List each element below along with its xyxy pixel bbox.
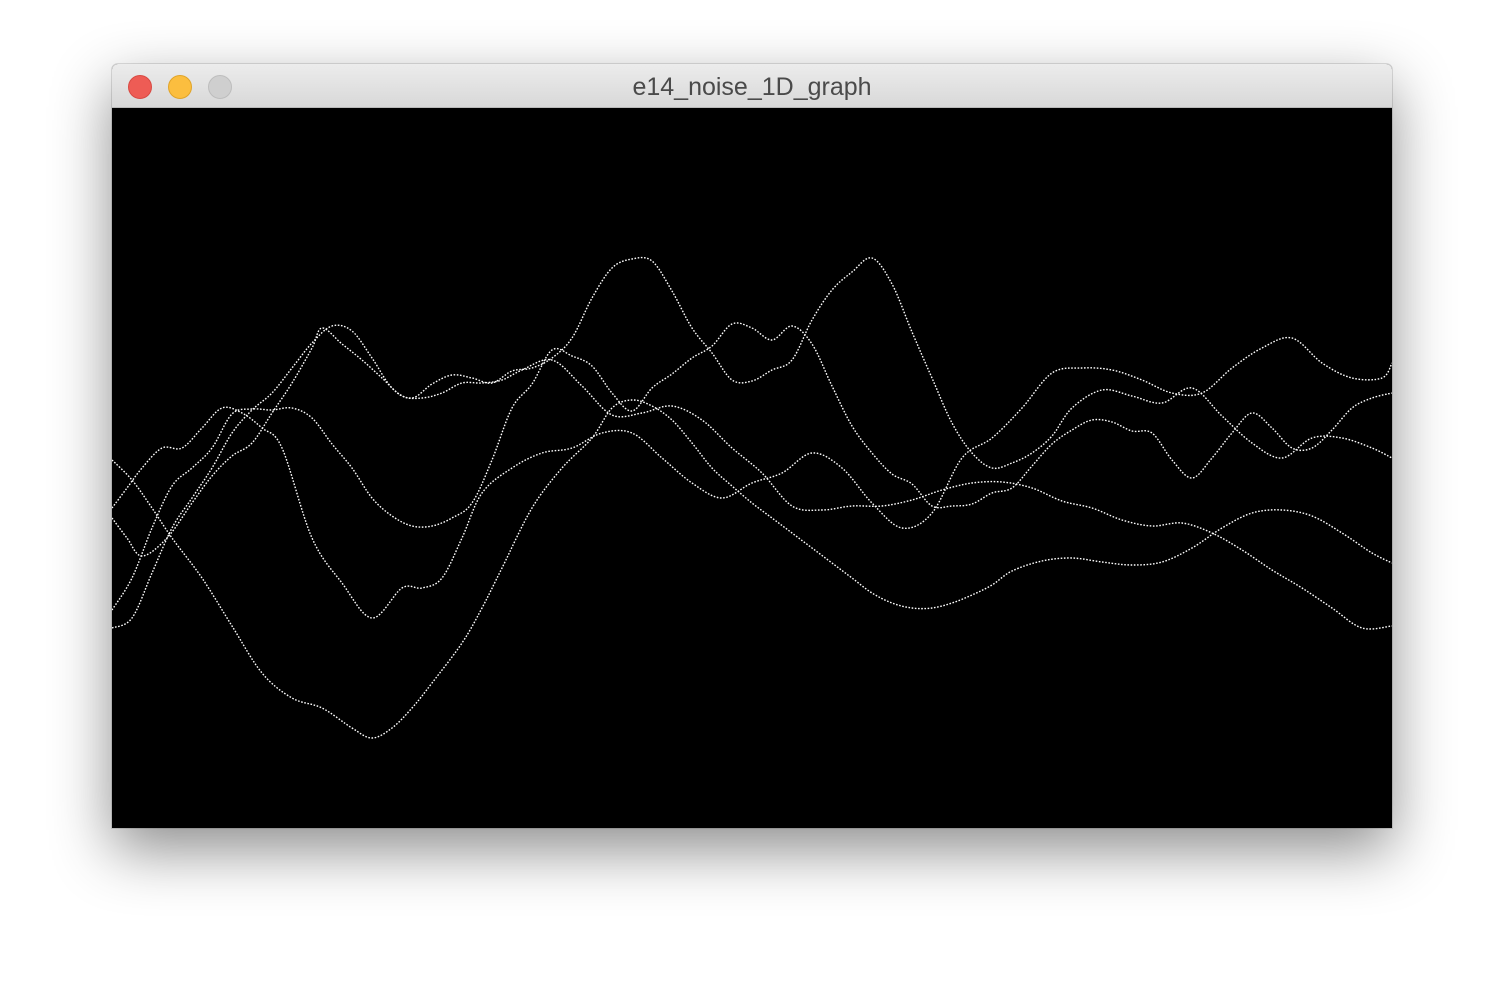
noise-series-1: [112, 399, 1392, 739]
noise-series-2: [112, 327, 1392, 630]
noise-graph-canvas: [112, 108, 1392, 828]
app-window: e14_noise_1D_graph: [112, 64, 1392, 828]
window-title: e14_noise_1D_graph: [632, 73, 872, 101]
noise-series-3: [112, 256, 1392, 629]
noise-series-5: [112, 322, 1392, 611]
noise-series-4: [112, 336, 1392, 619]
noise-graph-svg: [112, 256, 1392, 739]
title-bar[interactable]: e14_noise_1D_graph: [112, 64, 1392, 108]
